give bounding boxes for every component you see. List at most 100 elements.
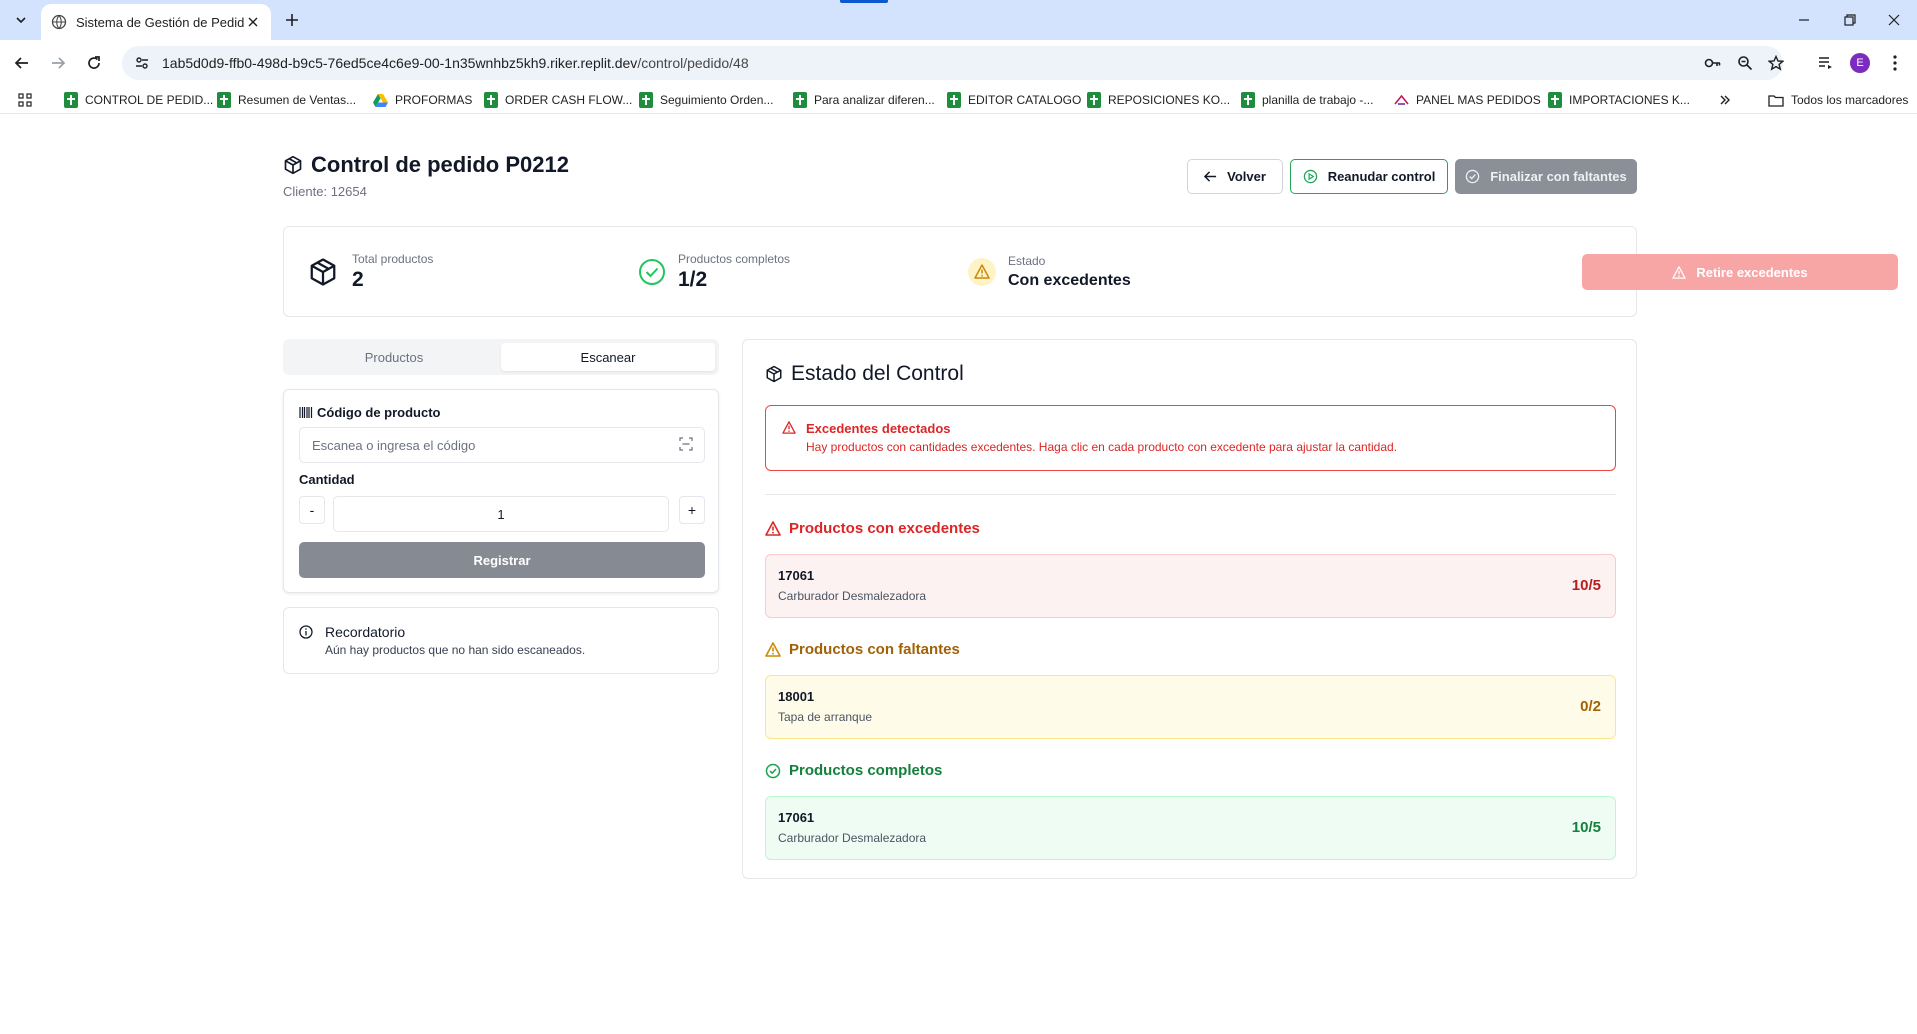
control-title: Estado del Control: [765, 362, 964, 386]
sheets-icon: [484, 92, 498, 108]
star-icon: [1768, 55, 1784, 71]
check-circle-icon: [1465, 169, 1480, 184]
excess-alert: Excedentes detectados Hay productos con …: [765, 405, 1616, 471]
client-label: Cliente: 12654: [283, 184, 367, 199]
mode-tabs: Productos Escanear: [283, 339, 719, 375]
close-tab-button[interactable]: [245, 14, 261, 30]
back-button[interactable]: Volver: [1187, 159, 1283, 194]
product-code: 18001: [778, 689, 815, 704]
product-code: 17061: [778, 568, 815, 583]
bookmark-item[interactable]: Seguimiento Orden...: [639, 90, 773, 110]
playlist-icon: [1819, 57, 1832, 69]
back-button[interactable]: [9, 50, 35, 76]
zoom-button[interactable]: [1732, 50, 1758, 76]
bookmark-item[interactable]: EDITOR CATALOGO: [947, 90, 1081, 110]
sheets-icon: [1241, 92, 1255, 108]
bookmark-label: Resumen de Ventas...: [238, 93, 357, 107]
tab-search-button[interactable]: [10, 9, 32, 31]
retire-label: Retire excedentes: [1696, 264, 1808, 280]
tab-scan[interactable]: Escanear: [501, 343, 715, 371]
resume-label: Reanudar control: [1327, 169, 1436, 184]
bookmark-label: planilla de trabajo -...: [1262, 93, 1374, 107]
page-title-text: Control de pedido P0212: [311, 152, 569, 177]
new-tab-button[interactable]: [281, 9, 303, 31]
stat-state-label: Estado: [1008, 253, 1046, 268]
bookmark-item[interactable]: Para analizar diferen...: [793, 90, 935, 110]
bookmark-label: Para analizar diferen...: [814, 93, 935, 107]
forward-button[interactable]: [45, 50, 71, 76]
reminder-title: Recordatorio: [325, 624, 406, 640]
bookmark-label: CONTROL DE PEDID...: [85, 93, 214, 107]
all-bookmarks-folder[interactable]: Todos los marcadores: [1768, 90, 1908, 110]
excess-product-item[interactable]: 17061 Carburador Desmalezadora 10/5: [765, 554, 1616, 618]
arrow-right-icon: [52, 57, 66, 69]
apps-button[interactable]: [18, 90, 32, 110]
complete-product-item[interactable]: 17061 Carburador Desmalezadora 10/5: [765, 796, 1616, 860]
reload-icon: [88, 56, 100, 69]
bookmark-label: PANEL MAS PEDIDOS: [1416, 93, 1541, 107]
complete-section-title: Productos completos: [765, 762, 942, 779]
browser-tab-active[interactable]: Sistema de Gestión de Pedidos: [41, 4, 271, 40]
retire-excess-button[interactable]: Retire excedentes: [1582, 254, 1898, 290]
missing-product-item[interactable]: 18001 Tapa de arranque 0/2: [765, 675, 1616, 739]
bookmark-item[interactable]: ORDER CASH FLOW...: [484, 90, 632, 110]
product-code-input[interactable]: [299, 427, 705, 463]
finish-label: Finalizar con faltantes: [1490, 169, 1627, 184]
alert-description: Hay productos con cantidades excedentes.…: [806, 440, 1398, 454]
finish-with-missing-button[interactable]: Finalizar con faltantes: [1455, 159, 1637, 194]
browser-tabbar: Sistema de Gestión de Pedidos: [0, 0, 1917, 40]
missing-section-title: Productos con faltantes: [765, 641, 960, 658]
code-field-label: Código de producto: [299, 405, 440, 420]
bookmark-item[interactable]: PANEL MAS PEDIDOS: [1394, 90, 1541, 110]
product-code: 17061: [778, 810, 815, 825]
bookmark-star-button[interactable]: [1763, 50, 1789, 76]
tune-icon: [136, 57, 148, 69]
tab-products[interactable]: Productos: [287, 343, 501, 371]
bookmark-item[interactable]: Resumen de Ventas...: [217, 90, 356, 110]
excess-section-label: Productos con excedentes: [789, 520, 980, 537]
sheets-icon: [639, 92, 653, 108]
section-divider: [765, 494, 1616, 495]
product-name: Carburador Desmalezadora: [778, 589, 927, 603]
bookmark-item[interactable]: PROFORMAS: [373, 90, 472, 110]
page-title: Control de pedido P0212: [283, 152, 569, 178]
register-button[interactable]: Registrar: [299, 542, 705, 578]
site-info-button[interactable]: [128, 49, 156, 77]
scan-icon[interactable]: [679, 437, 693, 451]
restore-button[interactable]: [1827, 0, 1873, 40]
browser-toolbar: 1ab5d0d9-ffb0-498d-b9c5-76ed5ce4c6e9-00-…: [0, 40, 1917, 86]
browser-menu-button[interactable]: [1882, 50, 1908, 76]
more-bookmarks-button[interactable]: [1719, 90, 1731, 110]
media-controls-button[interactable]: [1812, 50, 1838, 76]
warning-icon: [765, 521, 781, 536]
bookmark-item[interactable]: CONTROL DE PEDID...: [64, 90, 213, 110]
sheets-icon: [217, 92, 231, 108]
barcode-icon: [299, 407, 313, 418]
close-window-button[interactable]: [1871, 0, 1917, 40]
profile-avatar[interactable]: E: [1850, 53, 1870, 73]
address-bar[interactable]: 1ab5d0d9-ffb0-498d-b9c5-76ed5ce4c6e9-00-…: [122, 46, 1783, 80]
folder-icon: [1768, 94, 1784, 107]
sheets-icon: [1548, 92, 1562, 108]
product-count: 10/5: [1571, 577, 1601, 594]
package-icon: [284, 155, 302, 175]
resume-control-button[interactable]: Reanudar control: [1290, 159, 1448, 194]
restore-icon: [1844, 14, 1856, 26]
reload-button[interactable]: [81, 50, 107, 76]
password-key-button[interactable]: [1700, 50, 1726, 76]
bookmark-item[interactable]: planilla de trabajo -...: [1241, 90, 1373, 110]
bookmark-item[interactable]: REPOSICIONES KO...: [1087, 90, 1230, 110]
zoom-icon: [1738, 56, 1753, 71]
arrow-left-icon: [14, 57, 28, 69]
quantity-decrement-button[interactable]: -: [299, 496, 325, 524]
play-circle-icon: [1303, 169, 1317, 184]
stat-complete-label: Productos completos: [678, 251, 791, 266]
sheets-icon: [1087, 92, 1101, 108]
check-circle-icon: [639, 258, 665, 285]
quantity-increment-button[interactable]: +: [679, 496, 705, 524]
quantity-input[interactable]: [333, 496, 669, 532]
bookmark-item[interactable]: IMPORTACIONES K...: [1548, 90, 1690, 110]
minimize-button[interactable]: [1781, 0, 1827, 40]
stat-complete: Productos completos 1/2: [638, 227, 790, 316]
tab-title: Sistema de Gestión de Pedidos: [76, 14, 245, 30]
